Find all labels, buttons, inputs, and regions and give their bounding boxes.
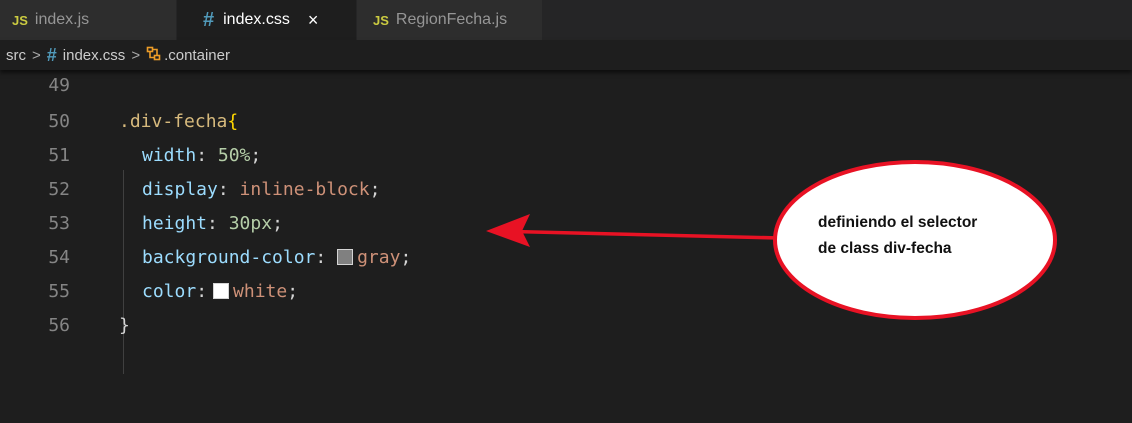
css-file-icon: # bbox=[46, 44, 57, 65]
semicolon: ; bbox=[369, 178, 381, 200]
tab-bar: JS index.js # index.css × JS RegionFecha… bbox=[0, 0, 1132, 40]
line-number: 52 bbox=[48, 178, 70, 200]
close-brace: } bbox=[119, 314, 130, 336]
semicolon: ; bbox=[287, 280, 299, 302]
css-property: display bbox=[142, 178, 218, 200]
css-selector: .div-fecha bbox=[119, 110, 228, 132]
code-line: 49 bbox=[0, 68, 1132, 102]
colon: : bbox=[315, 246, 327, 268]
code-text: display: inline-block; bbox=[142, 179, 380, 200]
editor-window: JS index.js # index.css × JS RegionFecha… bbox=[0, 0, 1132, 423]
code-line: 55 color: white; bbox=[0, 274, 1132, 308]
tab-index-css[interactable]: # index.css × bbox=[177, 0, 357, 40]
line-number: 50 bbox=[48, 110, 70, 132]
css-value: inline-block bbox=[239, 178, 370, 200]
css-property: color bbox=[142, 280, 197, 302]
css-value: white bbox=[233, 280, 288, 302]
css-property: width bbox=[142, 144, 197, 166]
colon: : bbox=[196, 144, 208, 166]
tab-label: RegionFecha.js bbox=[395, 11, 508, 28]
colon: : bbox=[196, 280, 208, 302]
line-number: 51 bbox=[48, 144, 70, 166]
annotation-line-2: de class div-fecha bbox=[818, 240, 952, 257]
line-number: 49 bbox=[48, 74, 70, 96]
color-swatch[interactable] bbox=[337, 248, 354, 265]
css-value: gray bbox=[357, 246, 401, 268]
code-text: width: 50%; bbox=[142, 145, 261, 166]
code-line: 52 display: inline-block; bbox=[0, 172, 1132, 206]
tab-label: index.css bbox=[223, 11, 290, 28]
css-file-icon: # bbox=[203, 8, 215, 31]
tab-index-js[interactable]: JS index.js bbox=[0, 0, 177, 40]
annotation-line-1: definiendo el selector bbox=[818, 214, 978, 231]
breadcrumb-file[interactable]: index.css bbox=[63, 47, 126, 64]
code-line: 56 } bbox=[0, 308, 1132, 342]
tab-label: index.js bbox=[34, 11, 90, 28]
breadcrumb-folder[interactable]: src bbox=[6, 47, 26, 64]
colon: : bbox=[217, 178, 229, 200]
chevron-right-icon: > bbox=[131, 46, 141, 64]
code-text: color: white; bbox=[142, 281, 298, 302]
chevron-right-icon: > bbox=[32, 46, 41, 64]
close-icon[interactable]: × bbox=[308, 10, 319, 31]
semicolon: ; bbox=[272, 212, 283, 234]
javascript-file-icon: JS bbox=[373, 12, 389, 28]
line-number: 53 bbox=[48, 212, 70, 234]
line-number: 54 bbox=[48, 246, 70, 268]
semicolon: ; bbox=[250, 144, 262, 166]
breadcrumb-symbol[interactable]: .container bbox=[164, 47, 230, 64]
code-line: 50 .div-fecha{ bbox=[0, 104, 1132, 138]
code-text: .div-fecha{ bbox=[119, 111, 238, 132]
line-number: 56 bbox=[48, 314, 70, 336]
line-number: 55 bbox=[48, 280, 70, 302]
code-text: } bbox=[119, 315, 130, 336]
selector-symbol-icon bbox=[146, 46, 161, 65]
css-value: 50% bbox=[217, 144, 251, 166]
css-property: background-color bbox=[142, 246, 316, 268]
breadcrumb: src > # index.css > .container bbox=[0, 40, 1132, 70]
css-value: 30px bbox=[228, 212, 273, 234]
tab-regionfecha-js[interactable]: JS RegionFecha.js bbox=[357, 0, 543, 40]
code-text: background-color: gray; bbox=[142, 247, 411, 268]
color-swatch[interactable] bbox=[213, 282, 230, 299]
code-text: height: 30px; bbox=[142, 213, 283, 234]
open-brace: { bbox=[227, 110, 239, 132]
annotation-text: definiendo el selector de class div-fech… bbox=[818, 210, 1058, 262]
semicolon: ; bbox=[400, 246, 412, 268]
colon: : bbox=[207, 212, 218, 234]
code-line: 51 width: 50%; bbox=[0, 138, 1132, 172]
css-property: height bbox=[142, 212, 208, 234]
javascript-file-icon: JS bbox=[12, 12, 28, 28]
